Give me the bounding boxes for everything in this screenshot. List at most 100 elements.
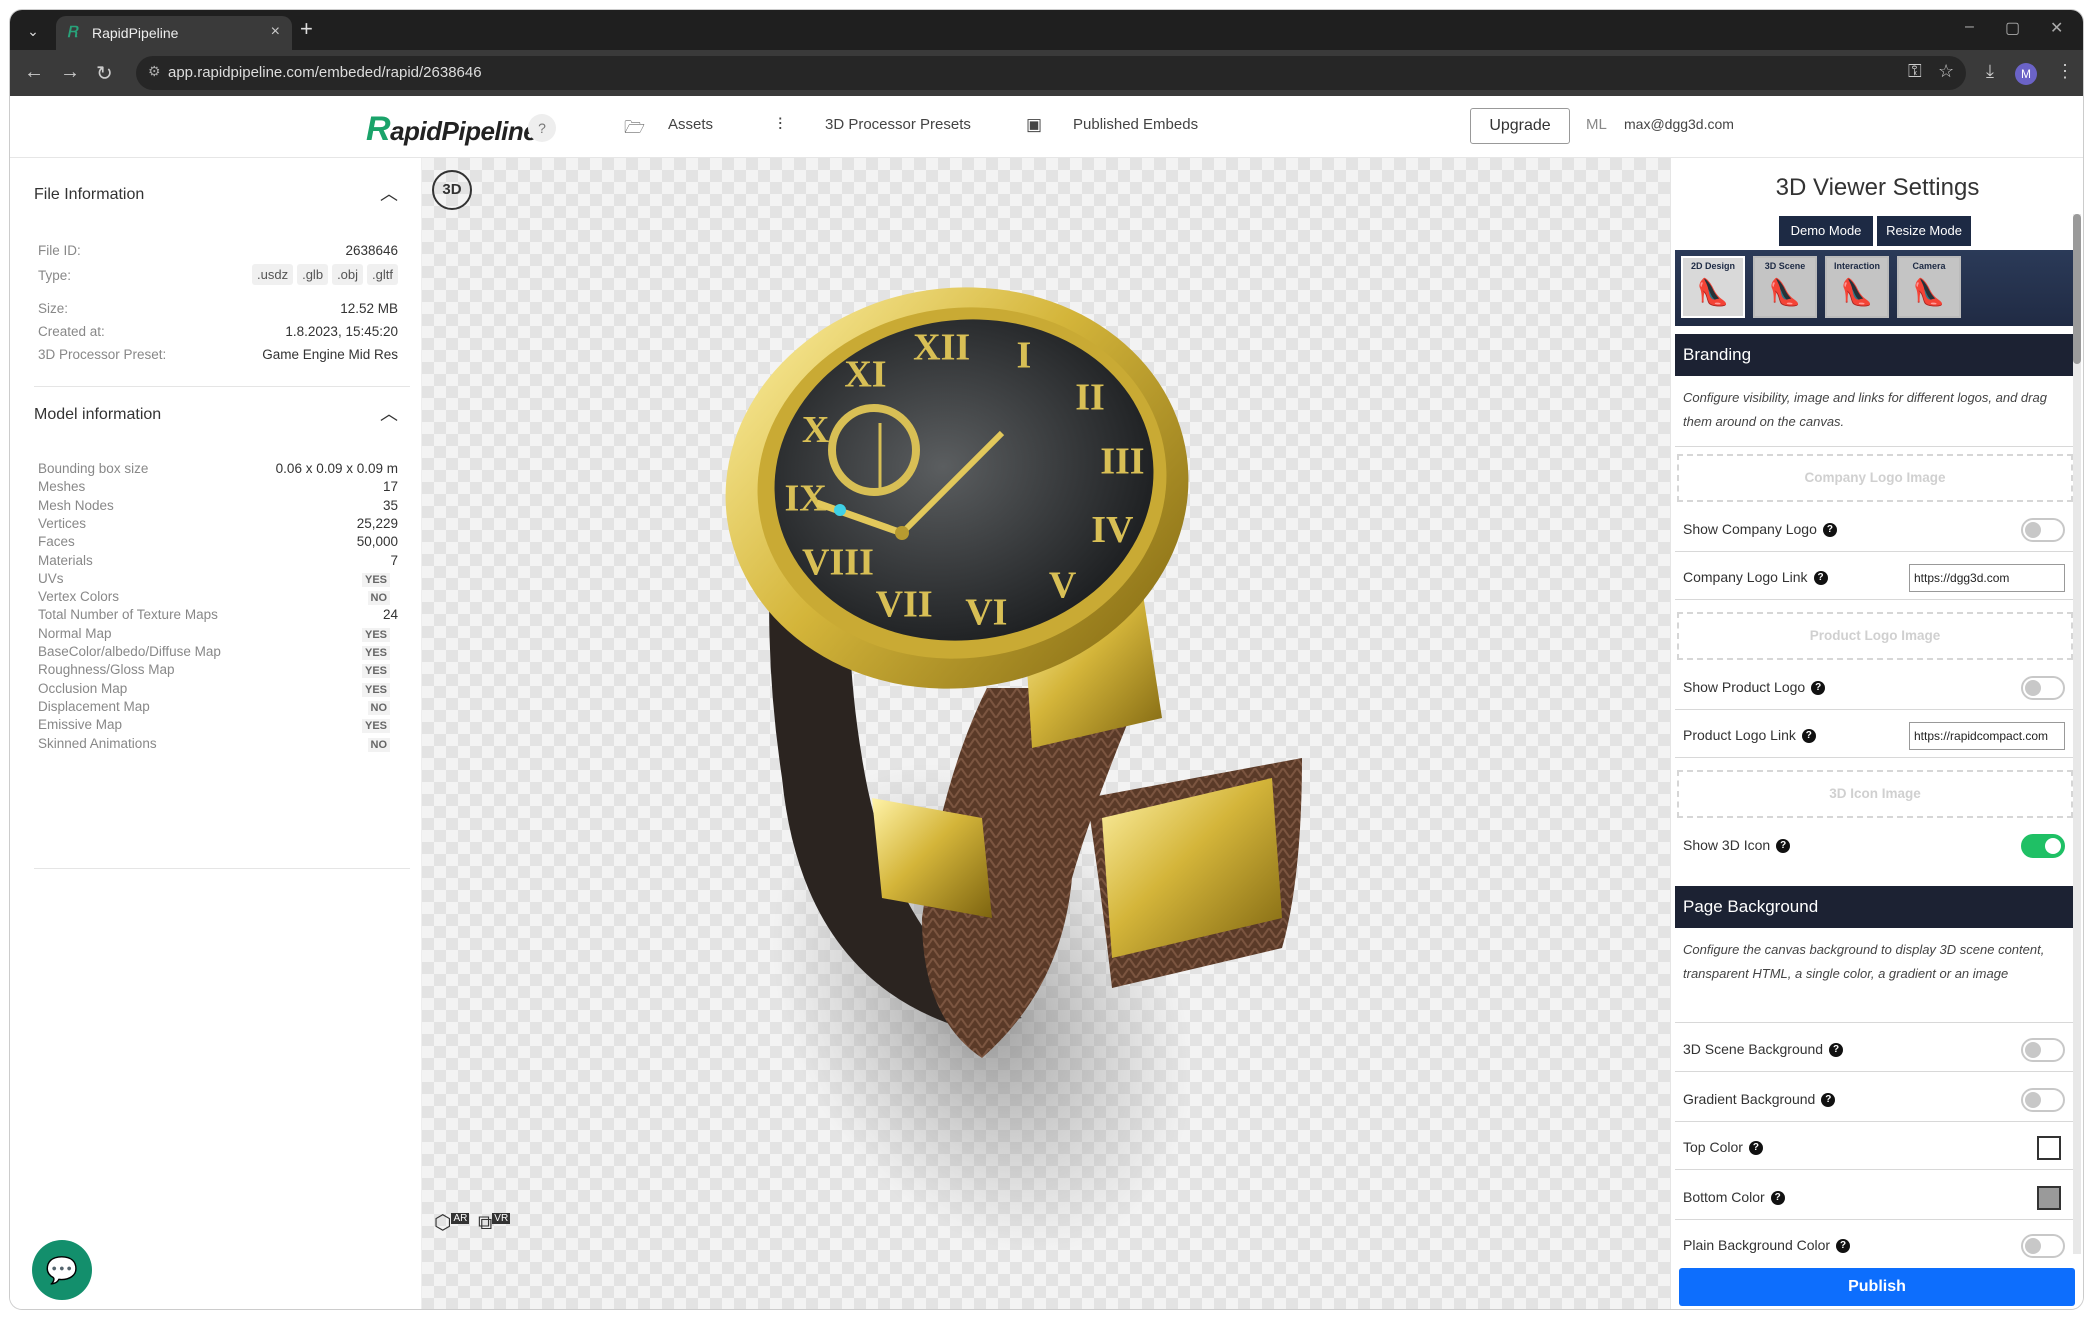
gradient-background-row: Gradient Background?	[1675, 1074, 2075, 1122]
bottom-color-swatch[interactable]	[2037, 1186, 2061, 1210]
info-row: File ID: 2638646	[38, 243, 398, 265]
scene-background-label: 3D Scene Background?	[1683, 1041, 1844, 1057]
info-key: File ID:	[38, 243, 81, 258]
chat-button[interactable]: 💬	[32, 1240, 92, 1300]
minimize-icon[interactable]: –	[1965, 18, 1974, 36]
show-product-logo-label: Show Product Logo?	[1683, 679, 1826, 695]
tab-camera[interactable]: Camera 👠	[1897, 256, 1961, 318]
help-icon[interactable]: ?	[1822, 523, 1837, 537]
help-icon[interactable]: ?	[1829, 1043, 1844, 1057]
help-icon[interactable]: ?	[1801, 729, 1816, 743]
tab-3d-scene[interactable]: 3D Scene 👠	[1753, 256, 1817, 318]
scrollbar-thumb[interactable]	[2073, 214, 2081, 364]
show-product-logo-toggle[interactable]	[2021, 676, 2065, 700]
sliders-icon: ⫶	[778, 115, 783, 134]
nav-processor-presets[interactable]: 3D Processor Presets	[825, 116, 971, 133]
help-button[interactable]: ?	[528, 114, 556, 142]
product-logo-link-input[interactable]: https://rapidcompact.com	[1909, 722, 2065, 750]
embed-icon: ▣	[1026, 115, 1043, 134]
close-tab-icon[interactable]: ×	[271, 23, 280, 41]
profile-avatar[interactable]: M	[2015, 63, 2037, 85]
model-info-key: Roughness/Gloss Map	[38, 662, 175, 678]
company-logo-link-row: Company Logo Link? https://dgg3d.com	[1675, 552, 2075, 600]
vr-button[interactable]: ⧉ VR	[478, 1212, 511, 1235]
nav-assets[interactable]: Assets	[668, 116, 713, 133]
publish-button[interactable]: Publish	[1679, 1268, 2075, 1306]
model-info-key: Total Number of Texture Maps	[38, 607, 218, 623]
show-company-logo-toggle[interactable]	[2021, 518, 2065, 542]
company-logo-dropzone[interactable]: Company Logo Image	[1677, 454, 2073, 502]
model-info-key: Occlusion Map	[38, 680, 128, 696]
hand-pin	[895, 526, 909, 540]
yes-no-badge: NO	[367, 700, 390, 715]
type-pill: .gltf	[367, 264, 398, 285]
label-text: Show Company Logo	[1683, 521, 1817, 537]
collapse-model-info-icon[interactable]: ︿	[380, 400, 398, 426]
company-logo-link-input[interactable]: https://dgg3d.com	[1909, 564, 2065, 592]
top-color-swatch[interactable]	[2037, 1136, 2061, 1160]
site-info-icon[interactable]: ⚙	[148, 63, 161, 80]
tab-2d-design[interactable]: 2D Design 👠	[1681, 256, 1745, 318]
dial-numeral: II	[1075, 376, 1105, 418]
upgrade-button[interactable]: Upgrade	[1470, 108, 1570, 144]
more-menu-icon[interactable]: ⋮	[2056, 61, 2074, 82]
3d-icon-dropzone[interactable]: 3D Icon Image	[1677, 770, 2073, 818]
info-key: 3D Processor Preset:	[38, 347, 167, 362]
company-logo-link-label: Company Logo Link?	[1683, 569, 1828, 585]
browser-tab[interactable]: 𝑅 RapidPipeline ×	[56, 16, 292, 50]
back-icon[interactable]: ←	[24, 61, 44, 84]
forward-icon[interactable]: →	[60, 61, 80, 84]
divider	[1675, 1022, 2075, 1023]
product-logo-dropzone[interactable]: Product Logo Image	[1677, 612, 2073, 660]
url-field[interactable]: ⚙ app.rapidpipeline.com/embeded/rapid/26…	[136, 56, 1966, 90]
maximize-icon[interactable]: ▢	[2005, 18, 2020, 38]
resize-mode-button[interactable]: Resize Mode	[1877, 216, 1971, 246]
bookmark-star-icon[interactable]: ☆	[1938, 61, 1954, 82]
scene-background-toggle[interactable]	[2021, 1038, 2065, 1062]
new-tab-icon[interactable]: +	[300, 16, 313, 42]
help-icon[interactable]: ?	[1776, 839, 1791, 853]
collapse-file-info-icon[interactable]: ︿	[380, 180, 398, 206]
info-value: 1.8.2023, 15:45:20	[285, 324, 398, 339]
tab-title: RapidPipeline	[92, 25, 179, 41]
yes-no-badge: NO	[367, 591, 390, 606]
shoe-icon: 👠	[1912, 277, 1946, 307]
help-icon[interactable]: ?	[1748, 1141, 1763, 1155]
tab-search-icon[interactable]: ⌄	[20, 18, 46, 44]
reload-icon[interactable]: ↻	[96, 61, 113, 86]
info-key: Type:	[38, 268, 72, 283]
nav-published-embeds[interactable]: Published Embeds	[1073, 116, 1198, 133]
gradient-background-toggle[interactable]	[2021, 1088, 2065, 1112]
model-info-key: Bounding box size	[38, 461, 149, 476]
ar-button[interactable]: ⬡ AR	[434, 1210, 470, 1235]
user-email[interactable]: max@dgg3d.com	[1624, 116, 1734, 132]
show-company-logo-row: Show Company Logo?	[1675, 504, 2075, 552]
close-window-icon[interactable]: ✕	[2050, 18, 2063, 38]
logo-text: apidPipeline	[390, 116, 538, 146]
help-icon[interactable]: ?	[1811, 681, 1826, 695]
model-info-row: Skinned Animations NO	[38, 736, 398, 758]
user-initials[interactable]: ML	[1586, 116, 1607, 133]
dial-numeral: V	[1049, 565, 1077, 607]
settings-scrollbar[interactable]	[2073, 214, 2081, 1254]
demo-mode-button[interactable]: Demo Mode	[1779, 216, 1873, 246]
help-icon[interactable]: ?	[1836, 1239, 1851, 1253]
help-icon[interactable]: ?	[1813, 571, 1828, 585]
tab-label: 3D Scene	[1764, 261, 1806, 271]
info-value: 2638646	[345, 243, 398, 258]
shoe-icon: 👠	[1840, 277, 1874, 307]
viewer-settings-panel: 3D Viewer Settings Demo Mode Resize Mode…	[1670, 158, 2083, 1309]
info-key: Size:	[38, 301, 69, 316]
scene-background-row: 3D Scene Background?	[1675, 1024, 2075, 1072]
3d-viewer-canvas[interactable]: 3D XII I II III IV V VI VII VIII IX X XI…	[422, 158, 1670, 1309]
show-3d-icon-toggle[interactable]	[2021, 834, 2065, 858]
password-key-icon[interactable]: ⚿	[1908, 61, 1922, 82]
browser-window: ⌄ 𝑅 RapidPipeline × + – ▢ ✕ ← → ↻ ⚙ app.…	[10, 10, 2083, 1309]
download-icon[interactable]: ⤓	[1986, 61, 1994, 82]
plain-background-toggle[interactable]	[2021, 1234, 2065, 1258]
help-icon[interactable]: ?	[1770, 1191, 1785, 1205]
rapidpipeline-logo[interactable]: RapidPipeline	[366, 110, 538, 149]
model-info-key: Vertex Colors	[38, 589, 120, 605]
help-icon[interactable]: ?	[1821, 1093, 1836, 1107]
tab-interaction[interactable]: Interaction 👠	[1825, 256, 1889, 318]
